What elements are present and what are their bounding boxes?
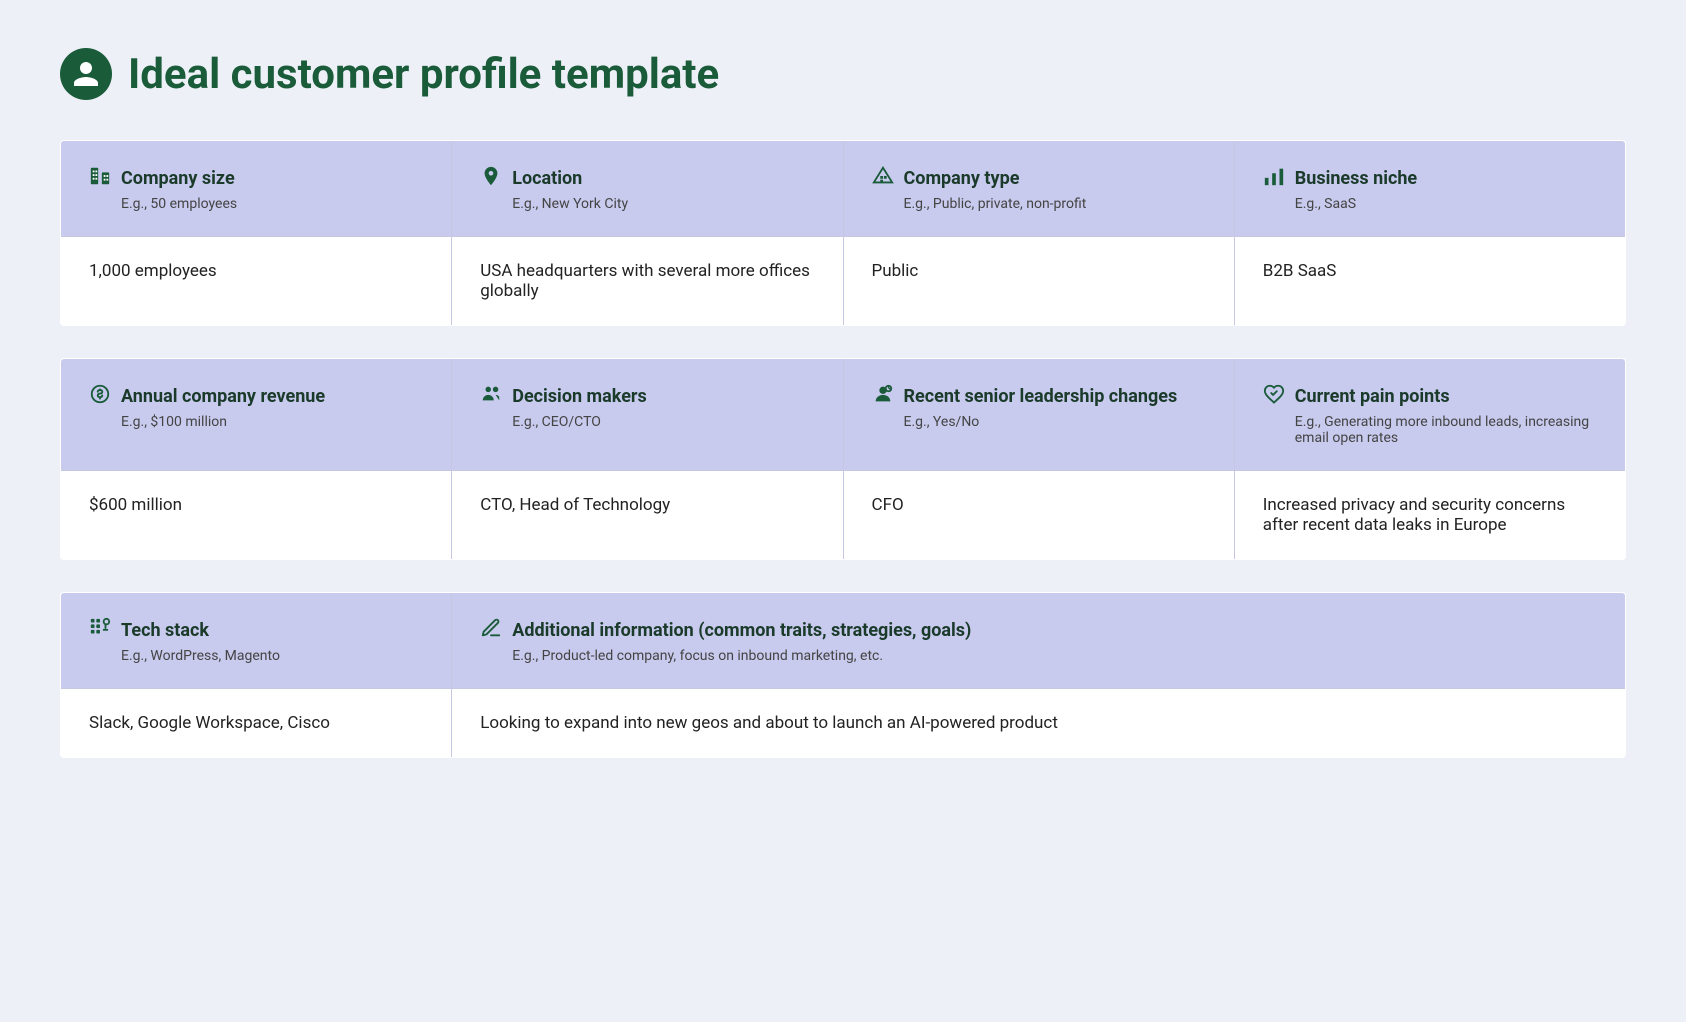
decision-makers-sub: E.g., CEO/CTO [480, 414, 814, 430]
annual-revenue-label: Annual company revenue [121, 386, 325, 407]
decision-makers-label: Decision makers [512, 386, 647, 407]
pain-points-value: Increased privacy and security concerns … [1234, 471, 1625, 560]
location-value: USA headquarters with several more offic… [452, 237, 843, 326]
business-niche-sub: E.g., SaaS [1263, 196, 1597, 212]
location-sub: E.g., New York City [480, 196, 814, 212]
company-size-title: Company size [89, 165, 423, 192]
business-niche-value: B2B SaaS [1234, 237, 1625, 326]
additional-info-title: Additional information (common traits, s… [480, 617, 1597, 644]
senior-leadership-value: CFO [843, 471, 1234, 560]
table-1-header-row: Company size E.g., 50 employees Location… [61, 141, 1626, 237]
company-type-value: Public [843, 237, 1234, 326]
senior-leadership-icon [872, 383, 894, 410]
business-niche-icon [1263, 165, 1285, 192]
additional-info-header-cell: Additional information (common traits, s… [452, 593, 1626, 689]
pain-points-sub: E.g., Generating more inbound leads, inc… [1263, 414, 1597, 446]
tech-stack-icon [89, 617, 111, 644]
table-2-data-row: $600 million CTO, Head of Technology CFO… [61, 471, 1626, 560]
additional-info-icon [480, 617, 502, 644]
pain-points-icon [1263, 383, 1285, 410]
tech-stack-sub: E.g., WordPress, Magento [89, 648, 423, 664]
annual-revenue-value: $600 million [61, 471, 452, 560]
table-3-data-row: Slack, Google Workspace, Cisco Looking t… [61, 689, 1626, 758]
company-type-label: Company type [904, 168, 1020, 189]
senior-leadership-sub: E.g., Yes/No [872, 414, 1206, 430]
decision-makers-header-cell: Decision makers E.g., CEO/CTO [452, 359, 843, 471]
table-1: Company size E.g., 50 employees Location… [60, 140, 1626, 326]
senior-leadership-label: Recent senior leadership changes [904, 386, 1178, 407]
decision-makers-icon [480, 383, 502, 410]
location-header-cell: Location E.g., New York City [452, 141, 843, 237]
company-size-sub: E.g., 50 employees [89, 196, 423, 212]
additional-info-value: Looking to expand into new geos and abou… [452, 689, 1626, 758]
table-2-header-row: Annual company revenue E.g., $100 millio… [61, 359, 1626, 471]
table-1-data-row: 1,000 employees USA headquarters with se… [61, 237, 1626, 326]
table-2: Annual company revenue E.g., $100 millio… [60, 358, 1626, 560]
person-icon [60, 48, 112, 100]
additional-info-sub: E.g., Product-led company, focus on inbo… [480, 648, 1597, 664]
tech-stack-value: Slack, Google Workspace, Cisco [61, 689, 452, 758]
company-type-icon [872, 165, 894, 192]
location-icon [480, 165, 502, 192]
business-niche-header-cell: Business niche E.g., SaaS [1234, 141, 1625, 237]
building-icon [89, 165, 111, 192]
company-size-header-cell: Company size E.g., 50 employees [61, 141, 452, 237]
decision-makers-value: CTO, Head of Technology [452, 471, 843, 560]
company-type-sub: E.g., Public, private, non-profit [872, 196, 1206, 212]
business-niche-label: Business niche [1295, 168, 1417, 189]
tech-stack-header-cell: Tech stack E.g., WordPress, Magento [61, 593, 452, 689]
table-3: Tech stack E.g., WordPress, Magento Addi… [60, 592, 1626, 758]
tech-stack-label: Tech stack [121, 620, 209, 641]
annual-revenue-title: Annual company revenue [89, 383, 423, 410]
pain-points-title: Current pain points [1263, 383, 1597, 410]
company-type-header-cell: Company type E.g., Public, private, non-… [843, 141, 1234, 237]
business-niche-title: Business niche [1263, 165, 1597, 192]
senior-leadership-header-cell: Recent senior leadership changes E.g., Y… [843, 359, 1234, 471]
location-label: Location [512, 168, 582, 189]
company-size-label: Company size [121, 168, 235, 189]
revenue-icon [89, 383, 111, 410]
table-3-header-row: Tech stack E.g., WordPress, Magento Addi… [61, 593, 1626, 689]
annual-revenue-header-cell: Annual company revenue E.g., $100 millio… [61, 359, 452, 471]
annual-revenue-sub: E.g., $100 million [89, 414, 423, 430]
decision-makers-title: Decision makers [480, 383, 814, 410]
pain-points-label: Current pain points [1295, 386, 1450, 407]
company-size-value: 1,000 employees [61, 237, 452, 326]
company-type-title: Company type [872, 165, 1206, 192]
page-header: Ideal customer profile template [60, 48, 1626, 100]
page-title: Ideal customer profile template [128, 50, 719, 99]
location-title: Location [480, 165, 814, 192]
pain-points-header-cell: Current pain points E.g., Generating mor… [1234, 359, 1625, 471]
additional-info-label: Additional information (common traits, s… [512, 620, 971, 641]
senior-leadership-title: Recent senior leadership changes [872, 383, 1206, 410]
tech-stack-title: Tech stack [89, 617, 423, 644]
